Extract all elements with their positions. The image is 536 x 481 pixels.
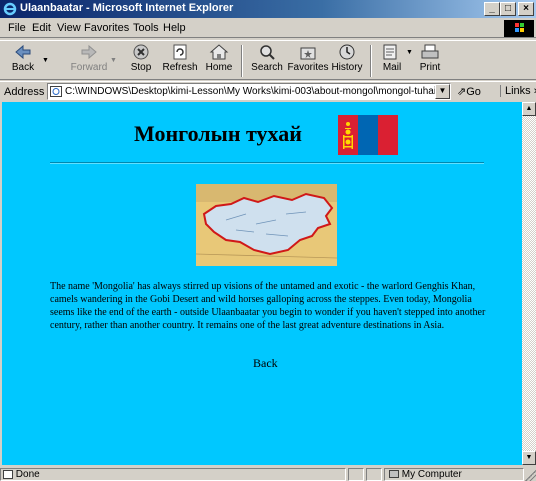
refresh-button[interactable]: Refresh: [160, 43, 200, 79]
menu-bar: File Edit View Favorites Tools Help: [0, 19, 536, 38]
search-icon: [260, 45, 275, 60]
back-dropdown[interactable]: ▼: [40, 43, 50, 79]
menu-view[interactable]: View: [57, 22, 81, 34]
windows-logo: [504, 20, 534, 37]
menu-tools[interactable]: Tools: [133, 22, 159, 34]
window-title: Ulaanbaatar - Microsoft Internet Explore…: [20, 2, 234, 14]
menu-file[interactable]: File: [8, 22, 26, 34]
resize-grip[interactable]: [524, 468, 536, 481]
go-arrow-icon: ⇗: [457, 86, 467, 98]
toolbar-separator: [241, 45, 243, 77]
horizontal-rule: [50, 162, 484, 164]
forward-arrow-icon: [81, 44, 97, 60]
forward-dropdown[interactable]: ▼: [108, 43, 118, 79]
refresh-icon: [173, 44, 187, 60]
address-input[interactable]: C:\WINDOWS\Desktop\kimi-Lesson\My Works\…: [47, 83, 451, 100]
links-button[interactable]: Links »: [500, 85, 536, 97]
back-button[interactable]: Back: [6, 43, 40, 79]
zone-pane: My Computer: [384, 468, 524, 481]
url-text: C:\WINDOWS\Desktop\kimi-Lesson\My Works\…: [65, 86, 435, 97]
stop-icon: [133, 44, 149, 60]
mongolia-map-image: [196, 184, 337, 266]
home-button[interactable]: Home: [203, 43, 235, 79]
scroll-down-button[interactable]: ▼: [522, 451, 536, 465]
back-link[interactable]: Back: [253, 356, 278, 371]
page-heading-row: Монголын тухай: [2, 114, 522, 154]
history-button[interactable]: History: [330, 43, 364, 79]
back-arrow-icon: [15, 44, 31, 60]
title-bar: Ulaanbaatar - Microsoft Internet Explore…: [0, 0, 536, 18]
page-content: Монголын тухай The name 'Mongolia' has a…: [2, 102, 522, 465]
minimize-button[interactable]: _: [484, 2, 500, 16]
mail-button[interactable]: Mail: [378, 43, 406, 79]
toolbar: Back ▼ Forward ▼ Stop Refresh Home Searc…: [0, 40, 536, 80]
print-button[interactable]: Print: [416, 43, 444, 79]
intro-paragraph: The name 'Mongolia' has always stirred u…: [50, 281, 486, 331]
forward-button[interactable]: Forward: [70, 43, 108, 79]
mail-icon: [383, 44, 397, 60]
stop-button[interactable]: Stop: [126, 43, 156, 79]
scroll-up-button[interactable]: ▲: [522, 102, 536, 116]
menu-edit[interactable]: Edit: [32, 22, 51, 34]
address-dropdown-button[interactable]: ▼: [435, 84, 450, 99]
address-label: Address: [4, 86, 45, 98]
mail-dropdown[interactable]: ▼: [406, 43, 414, 79]
favorites-button[interactable]: Favorites: [286, 43, 330, 79]
ie-icon: [3, 2, 17, 16]
maximize-button[interactable]: □: [500, 2, 516, 16]
status-pane-empty: [366, 468, 382, 481]
computer-icon: [389, 470, 399, 479]
page-icon: [50, 86, 62, 97]
address-bar: Address C:\WINDOWS\Desktop\kimi-Lesson\M…: [0, 81, 536, 101]
history-icon: [339, 44, 355, 60]
home-icon: [209, 44, 229, 60]
status-bar: Done My Computer: [0, 467, 536, 481]
printer-icon: [421, 44, 439, 59]
status-pane-empty: [348, 468, 364, 481]
menu-help[interactable]: Help: [163, 22, 186, 34]
done-page-icon: [3, 469, 13, 479]
mongolia-flag-image: [338, 115, 398, 155]
favorites-folder-icon: [300, 47, 316, 60]
page-title: Монголын тухай: [134, 121, 302, 146]
toolbar-separator: [370, 45, 372, 77]
vertical-scrollbar[interactable]: ▲ ▼: [522, 102, 536, 465]
go-button[interactable]: ⇗Go: [457, 85, 481, 98]
menu-favorites[interactable]: Favorites: [84, 22, 129, 34]
close-button[interactable]: ×: [518, 2, 534, 16]
search-button[interactable]: Search: [248, 43, 286, 79]
status-text-pane: Done: [0, 468, 346, 481]
